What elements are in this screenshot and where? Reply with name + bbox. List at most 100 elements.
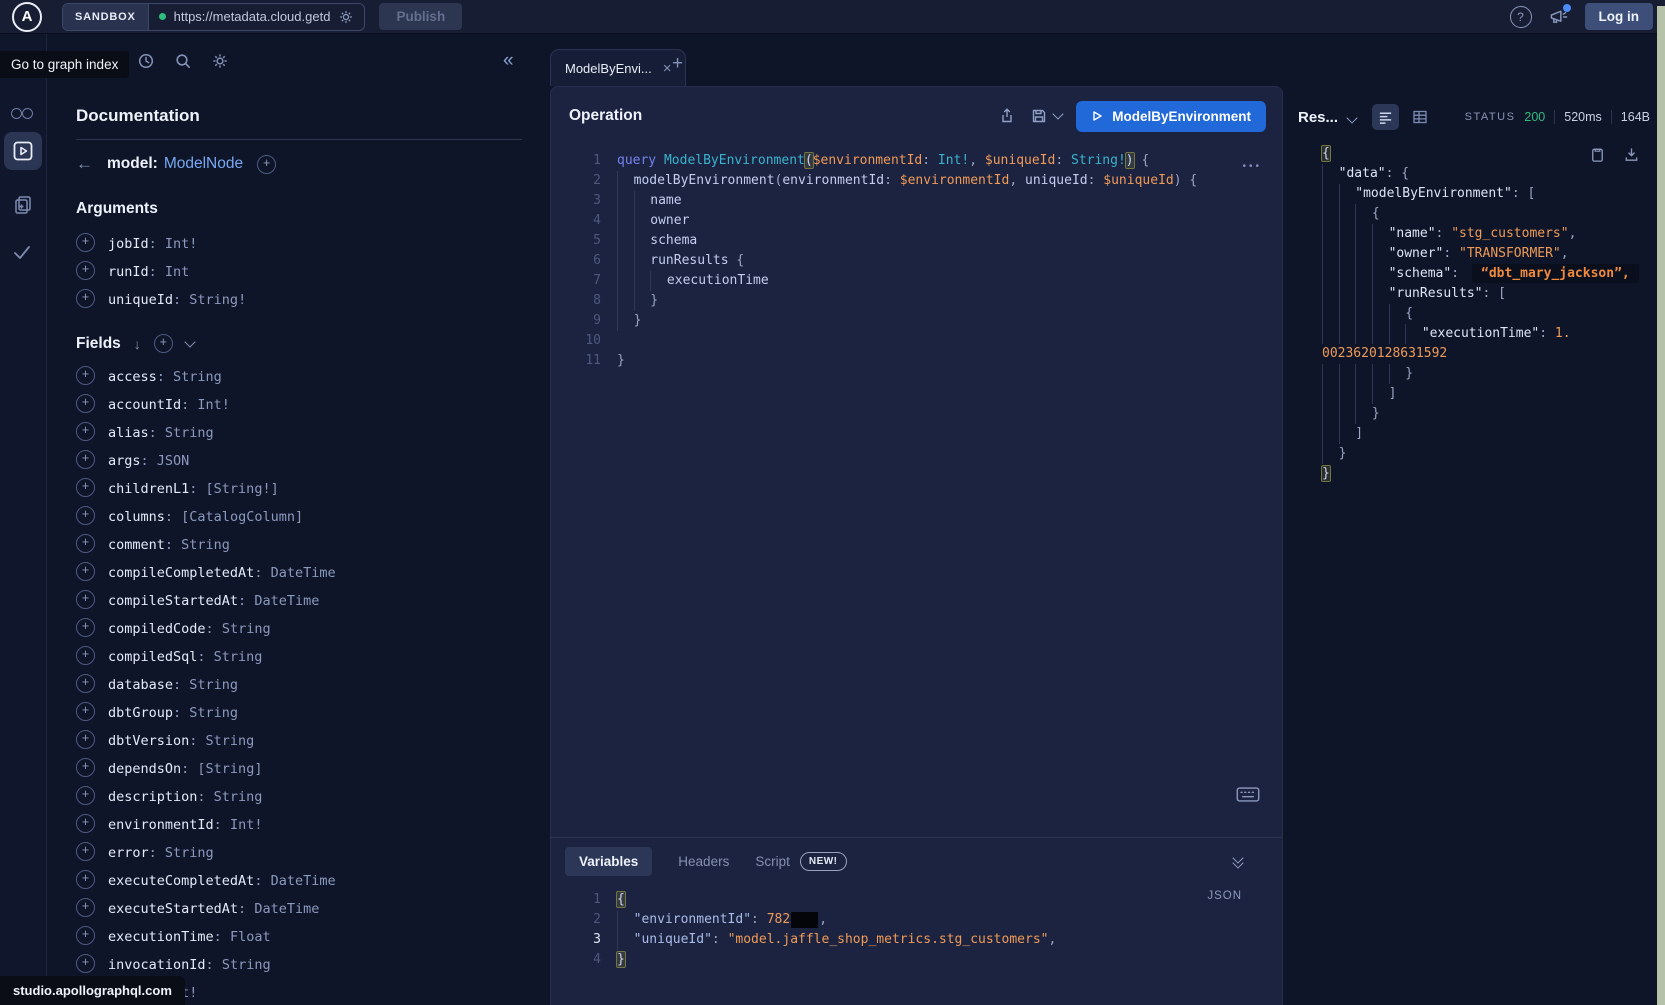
- add-field-icon[interactable]: [76, 870, 95, 889]
- divider: [1554, 110, 1555, 124]
- variables-tabs: Variables Headers Script NEW!: [565, 847, 847, 876]
- login-button[interactable]: Log in: [1585, 3, 1654, 30]
- response-actions: [1589, 146, 1640, 163]
- fields-header-row: Fields ↓: [76, 334, 526, 353]
- apollo-logo[interactable]: A: [12, 2, 42, 32]
- statusbar-url-tooltip: studio.apollographql.com: [0, 976, 185, 1005]
- settings-gear-icon[interactable]: [211, 52, 229, 70]
- add-all-fields-icon[interactable]: [257, 155, 276, 174]
- add-field-icon[interactable]: [76, 842, 95, 861]
- divider: [1611, 110, 1612, 124]
- add-argument-icon[interactable]: [76, 261, 95, 280]
- publish-button[interactable]: Publish: [379, 3, 462, 30]
- new-tab-icon[interactable]: +: [672, 53, 683, 75]
- response-json[interactable]: {"data": {"modelByEnvironment": [{"name"…: [1322, 144, 1650, 484]
- add-field-icon[interactable]: [76, 562, 95, 581]
- response-dropdown-chevron-icon[interactable]: [1346, 112, 1357, 123]
- graph-icon[interactable]: [22, 108, 33, 119]
- tab-variables[interactable]: Variables: [565, 847, 652, 876]
- download-response-icon[interactable]: [1623, 146, 1640, 163]
- field-row: database: String: [76, 669, 526, 697]
- close-tab-icon[interactable]: ×: [663, 60, 672, 77]
- add-field-icon[interactable]: [76, 506, 95, 525]
- documentation-panel: Documentation ← model: ModelNode Argumen…: [46, 86, 546, 1005]
- type-label: model:: [107, 155, 158, 173]
- add-field-icon[interactable]: [76, 758, 95, 777]
- add-field-icon[interactable]: [76, 366, 95, 385]
- endpoint-settings-gear-icon[interactable]: [338, 9, 354, 25]
- tree-view-toggle[interactable]: [1372, 104, 1399, 130]
- argument-row: runId: Int: [76, 256, 526, 284]
- save-floppy-icon: [1030, 107, 1048, 125]
- editor-menu-icon[interactable]: •••: [1242, 161, 1262, 172]
- tab-title: ModelByEnvi...: [565, 61, 652, 76]
- sidebar-item-checks-icon[interactable]: [11, 241, 33, 263]
- back-arrow-icon[interactable]: ←: [76, 154, 93, 174]
- announcements-megaphone-icon[interactable]: [1548, 7, 1569, 26]
- add-field-icon[interactable]: [76, 814, 95, 833]
- field-row: args: JSON: [76, 445, 526, 473]
- add-field-icon[interactable]: [76, 898, 95, 917]
- save-menu-chevron-icon[interactable]: [1053, 108, 1064, 119]
- collapse-panel-icon[interactable]: «: [503, 50, 514, 72]
- add-field-icon[interactable]: [76, 730, 95, 749]
- fields-list: access: String accountId: Int! alias: St…: [76, 361, 526, 1005]
- history-icon[interactable]: [137, 52, 155, 70]
- sidebar-item-collections-icon[interactable]: [12, 194, 34, 216]
- add-field-icon[interactable]: [76, 478, 95, 497]
- sidebar-item-operations[interactable]: [4, 132, 42, 170]
- add-field-icon[interactable]: [76, 534, 95, 553]
- field-row: executeStartedAt: DateTime: [76, 893, 526, 921]
- add-field-icon[interactable]: [76, 786, 95, 805]
- add-field-icon[interactable]: [76, 954, 95, 973]
- save-operation-button[interactable]: [1030, 107, 1062, 125]
- add-field-icon[interactable]: [76, 422, 95, 441]
- add-argument-icon[interactable]: [76, 233, 95, 252]
- keyboard-shortcuts-icon[interactable]: [1236, 787, 1260, 802]
- collapse-variables-icon[interactable]: [1234, 854, 1242, 864]
- add-field-icon[interactable]: [76, 618, 95, 637]
- run-operation-button[interactable]: ModelByEnvironment: [1076, 101, 1266, 132]
- response-body: {"data": {"modelByEnvironment": [{"name"…: [1296, 144, 1650, 484]
- add-fields-icon[interactable]: [154, 334, 173, 353]
- tab-headers[interactable]: Headers: [678, 854, 729, 869]
- type-name-link[interactable]: ModelNode: [164, 155, 243, 173]
- arguments-title: Arguments: [76, 200, 526, 218]
- documentation-title: Documentation: [76, 106, 526, 126]
- search-icon[interactable]: [174, 52, 192, 70]
- field-row: columns: [CatalogColumn]: [76, 501, 526, 529]
- response-title[interactable]: Res...: [1298, 109, 1338, 126]
- divider: [76, 139, 522, 140]
- connection-status-dot: [159, 13, 166, 20]
- add-field-icon[interactable]: [76, 926, 95, 945]
- share-icon[interactable]: [998, 107, 1016, 125]
- add-argument-icon[interactable]: [76, 289, 95, 308]
- field-row: comment: String: [76, 529, 526, 557]
- field-row: compileCompletedAt: DateTime: [76, 557, 526, 585]
- field-row: dependsOn: [String]: [76, 753, 526, 781]
- help-icon[interactable]: ?: [1510, 6, 1532, 28]
- add-field-icon[interactable]: [76, 590, 95, 609]
- graph-icon[interactable]: [11, 108, 22, 119]
- copy-response-icon[interactable]: [1589, 146, 1606, 163]
- add-field-icon[interactable]: [76, 702, 95, 721]
- fields-title: Fields: [76, 335, 121, 353]
- add-field-icon[interactable]: [76, 674, 95, 693]
- variables-editor[interactable]: 1{2"environmentId": 782,3"uniqueId": "mo…: [565, 890, 1162, 970]
- query-editor[interactable]: 1query ModelByEnvironment($environmentId…: [551, 145, 1282, 839]
- endpoint-url[interactable]: https://metadata.cloud.getd: [174, 9, 331, 24]
- add-field-icon[interactable]: [76, 646, 95, 665]
- add-field-icon[interactable]: [76, 450, 95, 469]
- table-view-icon: [1412, 109, 1428, 125]
- status-code: 200: [1524, 110, 1545, 124]
- response-duration: 520ms: [1564, 110, 1602, 124]
- field-row: dbtVersion: String: [76, 725, 526, 753]
- tab-script-group[interactable]: Script NEW!: [755, 852, 846, 871]
- tab-script[interactable]: Script: [755, 854, 790, 869]
- operation-tab[interactable]: ModelByEnvi... ×: [550, 49, 686, 86]
- table-view-toggle[interactable]: [1412, 109, 1428, 125]
- endpoint-url-segment[interactable]: https://metadata.cloud.getd: [149, 9, 365, 25]
- add-field-icon[interactable]: [76, 394, 95, 413]
- sort-fields-icon[interactable]: ↓: [134, 336, 141, 352]
- chevron-down-icon[interactable]: [184, 336, 195, 347]
